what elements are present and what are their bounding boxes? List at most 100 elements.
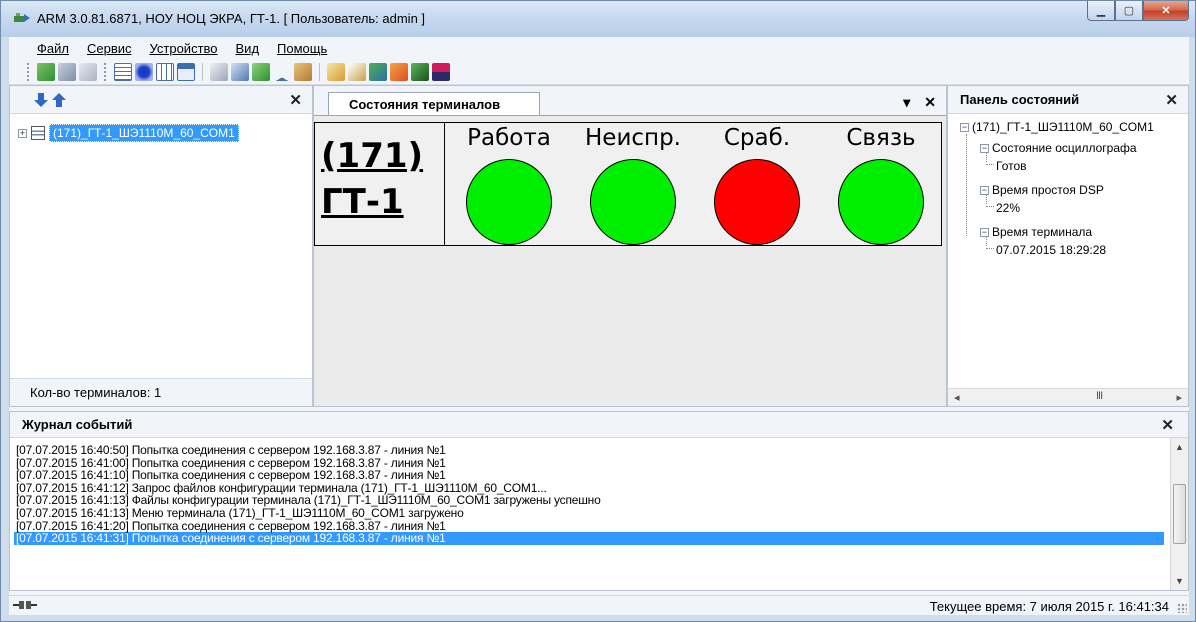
menu-file[interactable]: Файл	[37, 41, 69, 56]
maximize-button[interactable]: ▢	[1115, 1, 1143, 21]
edit-icon[interactable]	[348, 62, 366, 81]
close-state-panel-icon[interactable]: ✕	[1165, 91, 1178, 109]
tree-line	[966, 134, 967, 236]
terminal-tree-panel: ✕ + (171)_ГТ-1_ШЭ1110М_60_COM1 Кол-во те…	[9, 85, 313, 407]
app-icon	[14, 13, 30, 22]
indicator-link: Связь	[821, 123, 941, 245]
title-bar[interactable]: ARM 3.0.81.6871, НОУ НОЦ ЭКРА, ГТ-1. [ П…	[1, 1, 1195, 37]
log-entry[interactable]: [07.07.2015 16:41:10] Попытка соединения…	[14, 469, 1164, 482]
scroll-thumb[interactable]: III	[1096, 390, 1103, 402]
event-log-panel: Журнал событий ✕ [07.07.2015 16:40:50] П…	[9, 411, 1189, 591]
state-tree-root[interactable]: − (171)_ГТ-1_ШЭ1110М_60_COM1	[960, 120, 1154, 134]
menu-device[interactable]: Устройство	[150, 41, 218, 56]
indicator-light	[590, 159, 676, 245]
terminal-short-name: ГТ-1	[321, 182, 404, 222]
indicator-label: Неиспр.	[585, 125, 681, 151]
chevron-down-icon[interactable]: ▾	[903, 94, 910, 111]
indicator-label: Связь	[846, 125, 916, 151]
collapse-icon[interactable]: −	[980, 186, 989, 196]
flag-icon[interactable]	[432, 62, 450, 81]
close-tab-icon[interactable]: ✕	[924, 94, 936, 111]
indicator-trip: Сраб.	[697, 123, 817, 245]
vertical-scrollbar[interactable]: ▲ ▼	[1170, 438, 1188, 590]
connection-plug-icon	[13, 601, 37, 609]
log-entry[interactable]: [07.07.2015 16:40:50] Попытка соединения…	[14, 444, 1164, 457]
event-icon[interactable]	[390, 62, 408, 81]
state-node-label: Время терминала	[992, 225, 1093, 239]
resize-grip-icon[interactable]	[1177, 603, 1187, 613]
terminal-status-card[interactable]: (171) ГТ-1 Работа Неиспр. Сраб. Связь	[314, 122, 942, 246]
expand-icon[interactable]: +	[18, 128, 27, 138]
state-node-label: Состояние осциллографа	[992, 141, 1137, 155]
refresh-icon[interactable]	[411, 62, 429, 81]
minimize-icon: ▁	[1096, 5, 1106, 17]
scroll-up-icon[interactable]: ▲	[1175, 442, 1184, 452]
scroll-right-icon[interactable]: ▸	[1176, 391, 1182, 404]
indicator-view-icon[interactable]	[135, 62, 153, 81]
state-node-oscillograph[interactable]: − Состояние осциллографа	[980, 141, 1137, 155]
scroll-thumb[interactable]	[1173, 484, 1186, 544]
tab-controls: ▾ ✕	[903, 94, 936, 111]
indicator-light	[466, 159, 552, 245]
move-down-icon[interactable]	[34, 92, 48, 108]
toolbar-grip-2[interactable]	[104, 62, 107, 81]
tree-icon[interactable]	[252, 62, 270, 81]
scroll-down-icon[interactable]: ▼	[1175, 576, 1184, 586]
state-value: 22%	[996, 201, 1021, 215]
indicator-work: Работа	[449, 123, 569, 245]
settings-icon[interactable]	[210, 62, 228, 81]
collapse-icon[interactable]: −	[980, 228, 989, 238]
state-value: 07.07.2015 18:29:28	[996, 243, 1107, 257]
menu-help[interactable]: Помощь	[277, 41, 327, 56]
event-log-title: Журнал событий	[22, 417, 133, 432]
config-icon[interactable]	[231, 62, 249, 81]
state-node-terminal-time[interactable]: − Время терминала	[980, 225, 1092, 239]
log-entry-selected[interactable]: [07.07.2015 16:41:31] Попытка соединения…	[14, 532, 1164, 545]
terminal-item-label[interactable]: (171)_ГТ-1_ШЭ1110М_60_COM1	[49, 124, 239, 142]
download-icon[interactable]	[369, 62, 387, 81]
event-log-header: Журнал событий ✕	[10, 412, 1188, 438]
window-dropdown-icon[interactable]	[177, 62, 195, 81]
toolbar-grip[interactable]	[27, 62, 30, 81]
collapse-icon[interactable]: −	[980, 144, 989, 154]
terminal-properties-icon[interactable]	[79, 62, 97, 81]
collapse-icon[interactable]: −	[960, 123, 969, 133]
remove-terminal-icon[interactable]	[58, 62, 76, 81]
terminal-tree-item[interactable]: + (171)_ГТ-1_ШЭ1110М_60_COM1	[18, 124, 239, 142]
indicator-light	[838, 159, 924, 245]
maximize-icon: ▢	[1123, 5, 1135, 17]
add-terminal-icon[interactable]	[37, 62, 55, 81]
menu-service[interactable]: Сервис	[87, 41, 132, 56]
horizontal-scrollbar[interactable]: ◂ III ▸	[948, 388, 1188, 406]
terminal-count: Кол-во терминалов: 1	[10, 378, 312, 406]
state-value: Готов	[996, 159, 1027, 173]
tree-line	[986, 164, 994, 165]
toolbar-separator	[202, 62, 203, 81]
state-node-dsp-idle[interactable]: − Время простоя DSP	[980, 183, 1104, 197]
current-time: Текущее время: 7 июля 2015 г. 16:41:34	[929, 599, 1169, 614]
indicator-light	[714, 159, 800, 245]
window-controls: ▁ ▢ ✕	[1087, 1, 1189, 23]
close-tree-panel-icon[interactable]: ✕	[289, 91, 302, 109]
state-panel: Панель состояний ✕ − (171)_ГТ-1_ШЭ1110М_6…	[947, 85, 1189, 407]
tools-icon[interactable]	[294, 62, 312, 81]
state-node-label: Время простоя DSP	[992, 183, 1104, 197]
event-log-list[interactable]: [07.07.2015 16:40:50] Попытка соединения…	[14, 444, 1164, 545]
close-window-button[interactable]: ✕	[1143, 1, 1189, 21]
filter-icon[interactable]	[273, 62, 291, 81]
client-area: ✕ + (171)_ГТ-1_ШЭ1110М_60_COM1 Кол-во те…	[9, 85, 1189, 615]
minimize-button[interactable]: ▁	[1087, 1, 1115, 21]
menu-view[interactable]: Вид	[236, 41, 260, 56]
list-view-icon[interactable]	[114, 62, 132, 81]
terminal-name[interactable]: (171) ГТ-1	[315, 123, 445, 245]
move-up-icon[interactable]	[52, 92, 66, 108]
tree-line	[986, 206, 994, 207]
scroll-left-icon[interactable]: ◂	[954, 391, 960, 404]
oscillogram-icon[interactable]	[327, 62, 345, 81]
indicator-label: Работа	[467, 125, 551, 151]
tab-terminal-states[interactable]: Состояния терминалов	[328, 92, 540, 116]
menu-bar: Файл Сервис Устройство Вид Помощь	[9, 37, 1189, 59]
log-entry[interactable]: [07.07.2015 16:41:13] Меню терминала (17…	[14, 507, 1164, 520]
close-log-panel-icon[interactable]: ✕	[1161, 416, 1174, 434]
table-view-icon[interactable]	[156, 62, 174, 81]
